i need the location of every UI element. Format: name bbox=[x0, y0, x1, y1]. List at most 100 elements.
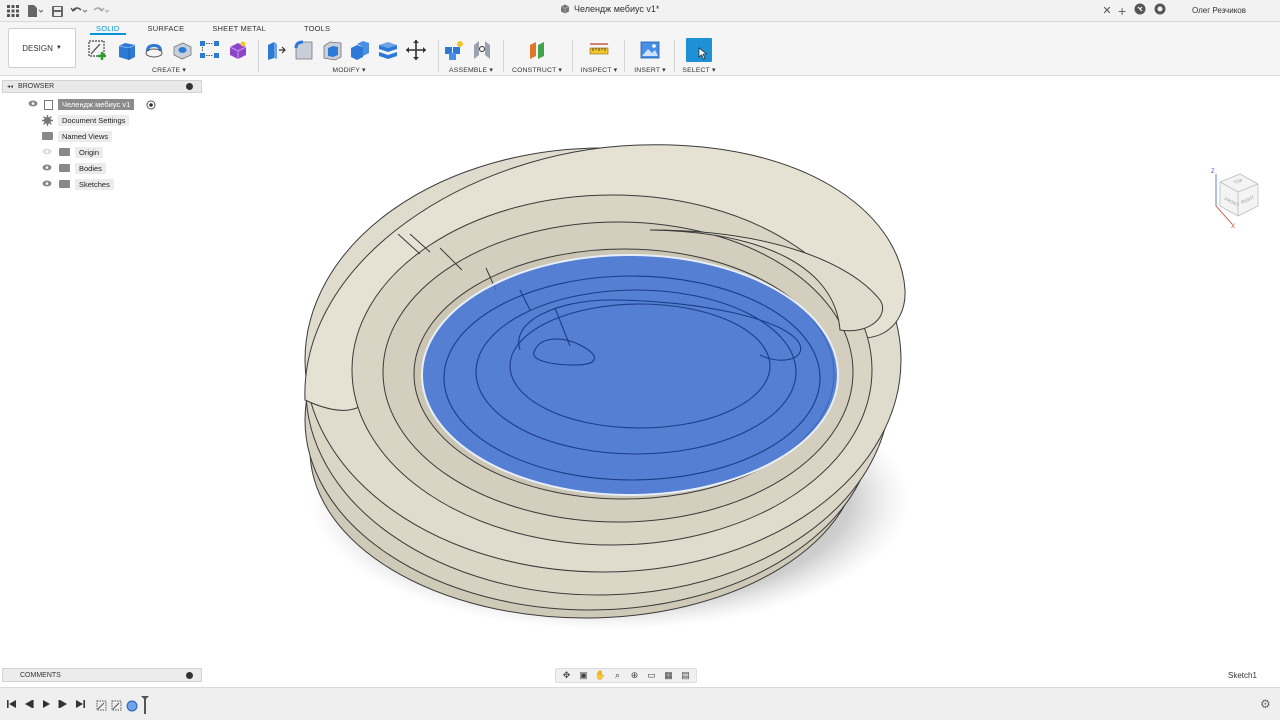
construct-label: CONSTRUCT bbox=[511, 67, 557, 74]
press-pull-icon[interactable] bbox=[264, 38, 288, 62]
tree-item-named-views[interactable]: Named Views bbox=[2, 129, 202, 145]
separator bbox=[572, 40, 573, 72]
revolve-icon[interactable] bbox=[142, 38, 166, 62]
redo-icon[interactable] bbox=[92, 2, 110, 20]
fit-zoom-icon[interactable]: ⊕ bbox=[627, 670, 642, 682]
activate-radio-icon[interactable] bbox=[146, 100, 156, 110]
pan-hand-icon[interactable]: ✋ bbox=[593, 670, 608, 682]
inspect-menu[interactable]: INSPECT ▾ bbox=[576, 66, 622, 74]
select-label: SELECT bbox=[682, 67, 710, 74]
select-group: SELECT ▾ bbox=[678, 38, 720, 74]
active-sketch-label: Sketch1 bbox=[1228, 671, 1257, 680]
move-copy-icon[interactable] bbox=[404, 38, 428, 62]
timeline-marker-icon[interactable] bbox=[141, 696, 149, 719]
tree-item-sketches[interactable]: Sketches bbox=[2, 177, 202, 193]
create-form-icon[interactable] bbox=[226, 38, 250, 62]
inspect-label: INSPECT bbox=[580, 67, 612, 74]
document-cube-icon bbox=[560, 4, 570, 14]
construct-menu[interactable]: CONSTRUCT ▾ bbox=[508, 66, 566, 74]
view-cube[interactable]: TOP FRONT RIGHT Z X bbox=[1206, 166, 1266, 230]
tab-tools[interactable]: TOOLS bbox=[298, 24, 336, 35]
visibility-eye-icon[interactable] bbox=[28, 100, 38, 107]
tree-item-document-settings[interactable]: Document Settings bbox=[2, 113, 202, 129]
go-to-start-icon[interactable] bbox=[6, 698, 18, 710]
x-axis-label: X bbox=[1231, 224, 1235, 228]
fusion-app: Челендж мебиус v1* ✕ + Олег Резчиков DES… bbox=[0, 0, 1280, 720]
tree-item-label: Named Views bbox=[58, 131, 113, 142]
timeline-sketch-icon[interactable] bbox=[111, 699, 123, 717]
split-body-icon[interactable] bbox=[376, 38, 400, 62]
combine-icon[interactable] bbox=[348, 38, 372, 62]
zoom-icon[interactable]: ⌕ bbox=[610, 670, 625, 682]
grid-settings-icon[interactable]: ▦ bbox=[661, 670, 676, 682]
folder-icon bbox=[42, 132, 53, 140]
user-account[interactable]: Олег Резчиков bbox=[1192, 6, 1246, 15]
viewports-icon[interactable]: ▤ bbox=[678, 670, 693, 682]
visibility-eye-icon[interactable] bbox=[42, 180, 52, 187]
tree-item-label: Bodies bbox=[75, 163, 106, 174]
assemble-menu[interactable]: ASSEMBLE ▾ bbox=[442, 66, 500, 74]
ribbon-toolbar: DESIGN ▼ SOLID SURFACE SHEET METAL TOOLS bbox=[0, 22, 1280, 76]
selected-face[interactable] bbox=[421, 254, 839, 496]
document-tab[interactable]: Челендж мебиус v1* bbox=[560, 4, 659, 14]
joint-icon[interactable] bbox=[470, 38, 494, 62]
step-forward-icon[interactable] bbox=[57, 698, 69, 710]
tab-surface[interactable]: SURFACE bbox=[142, 24, 191, 35]
job-status-icon[interactable] bbox=[1154, 2, 1166, 20]
assemble-label: ASSEMBLE bbox=[449, 67, 488, 74]
extensions-icon[interactable] bbox=[1134, 2, 1146, 20]
tree-item-bodies[interactable]: Bodies bbox=[2, 161, 202, 177]
timeline-settings-gear-icon[interactable]: ⚙ bbox=[1260, 698, 1272, 710]
measure-icon[interactable] bbox=[587, 38, 611, 62]
offset-plane-icon[interactable] bbox=[525, 38, 549, 62]
new-component-icon[interactable] bbox=[442, 38, 466, 62]
collapse-panel-icon[interactable]: ◂◂ bbox=[7, 83, 13, 90]
browser-tree: Челендж мебиус v1 Document Settings Name… bbox=[2, 93, 202, 193]
chevron-down-icon: ▼ bbox=[55, 45, 62, 51]
browser-panel: ◂◂ BROWSER Челендж мебиус v1 Document Se… bbox=[2, 80, 202, 200]
comments-toggle-icon[interactable] bbox=[186, 672, 193, 679]
orbit-icon[interactable]: ✥ bbox=[559, 670, 574, 682]
modify-menu[interactable]: MODIFY ▾ bbox=[264, 66, 434, 74]
timeline-sketch-icon[interactable] bbox=[96, 699, 108, 717]
extrude-icon[interactable] bbox=[114, 38, 138, 62]
create-sketch-icon[interactable] bbox=[86, 38, 110, 62]
select-menu[interactable]: SELECT ▾ bbox=[678, 66, 720, 74]
shell-icon[interactable] bbox=[320, 38, 344, 62]
pattern-icon[interactable] bbox=[198, 38, 222, 62]
close-tab-icon[interactable]: ✕ bbox=[1101, 4, 1113, 17]
create-menu[interactable]: CREATE ▾ bbox=[86, 66, 252, 74]
step-back-icon[interactable] bbox=[23, 698, 35, 710]
play-icon[interactable] bbox=[40, 698, 52, 710]
save-icon[interactable] bbox=[48, 2, 66, 20]
pin-icon[interactable] bbox=[186, 83, 193, 90]
fillet-icon[interactable] bbox=[292, 38, 316, 62]
quick-access-toolbar bbox=[4, 2, 110, 20]
tab-solid[interactable]: SOLID bbox=[90, 24, 126, 35]
file-menu-icon[interactable] bbox=[26, 2, 44, 20]
timeline-sweep-icon[interactable] bbox=[126, 699, 138, 717]
workspace-switcher[interactable]: DESIGN ▼ bbox=[8, 28, 76, 68]
tree-item-origin[interactable]: Origin bbox=[2, 145, 202, 161]
look-at-icon[interactable]: ▣ bbox=[576, 670, 591, 682]
insert-menu[interactable]: INSERT ▾ bbox=[628, 66, 672, 74]
comments-panel[interactable]: COMMENTS bbox=[2, 668, 202, 682]
grid-menu-icon[interactable] bbox=[4, 2, 22, 20]
inspect-group: INSPECT ▾ bbox=[576, 38, 622, 74]
document-title: Челендж мебиус v1* bbox=[574, 4, 660, 14]
create-label: CREATE bbox=[152, 67, 181, 74]
hole-icon[interactable] bbox=[170, 38, 194, 62]
document-icon bbox=[44, 100, 53, 110]
ribbon-tabs: SOLID SURFACE SHEET METAL TOOLS bbox=[90, 24, 336, 35]
go-to-end-icon[interactable] bbox=[74, 698, 86, 710]
display-settings-icon[interactable]: ▭ bbox=[644, 670, 659, 682]
undo-icon[interactable] bbox=[70, 2, 88, 20]
visibility-eye-icon[interactable] bbox=[42, 164, 52, 171]
hidden-eye-icon[interactable] bbox=[42, 148, 52, 155]
new-tab-icon[interactable]: + bbox=[1118, 4, 1126, 18]
gear-icon bbox=[42, 115, 53, 126]
insert-image-icon[interactable] bbox=[638, 38, 662, 62]
tree-root[interactable]: Челендж мебиус v1 bbox=[2, 97, 202, 113]
select-icon[interactable] bbox=[686, 38, 712, 62]
tab-sheet-metal[interactable]: SHEET METAL bbox=[206, 24, 272, 35]
